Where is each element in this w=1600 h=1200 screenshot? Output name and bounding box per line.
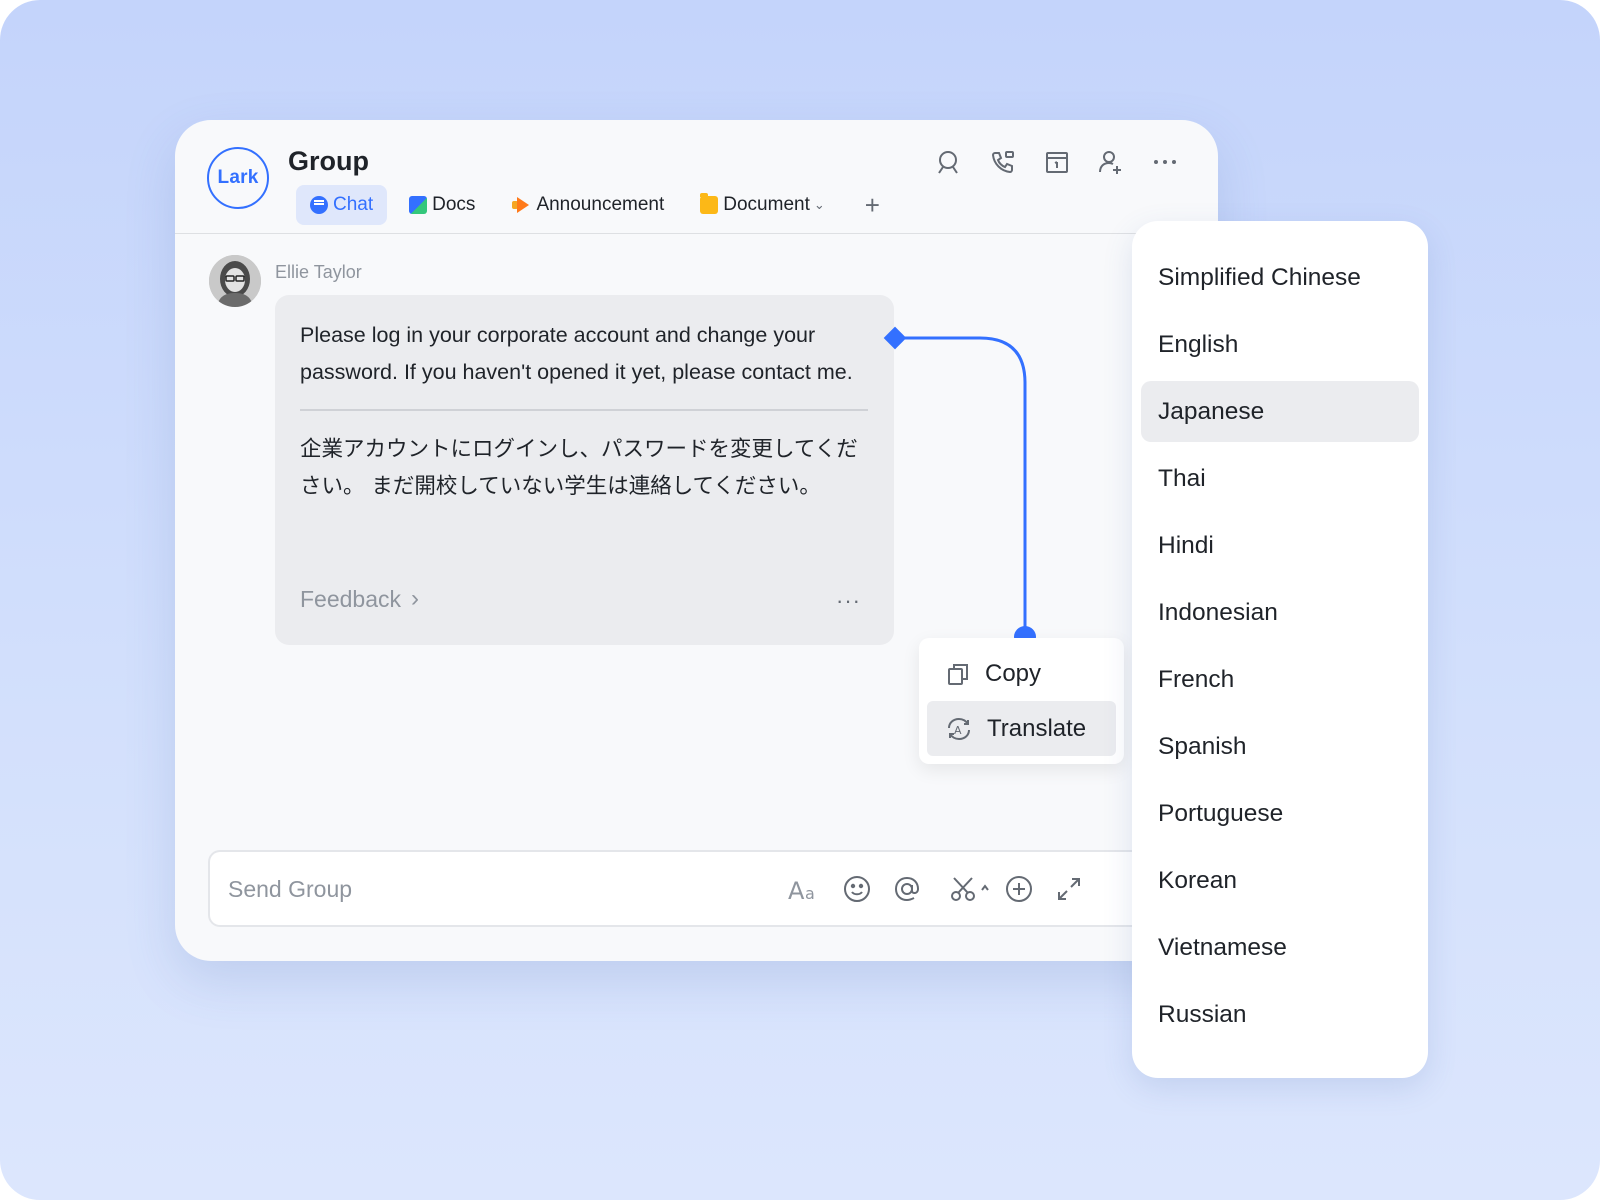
feedback-label: Feedback: [300, 585, 402, 612]
more-icon[interactable]: [1148, 145, 1182, 179]
copy-label: Copy: [985, 659, 1042, 687]
svg-text:a: a: [805, 884, 815, 903]
message-composer[interactable]: Send Group Aa: [208, 850, 1218, 927]
translate-menu-item[interactable]: A Translate: [927, 701, 1116, 756]
tab-chat[interactable]: Chat: [296, 185, 388, 225]
header-divider: [175, 233, 1218, 234]
chat-tabs: Chat Docs Announcement Document ⌄ +: [296, 185, 898, 225]
message-bubble[interactable]: Please log in your corporate account and…: [275, 295, 894, 645]
tab-document[interactable]: Document ⌄: [686, 185, 839, 225]
language-option[interactable]: English: [1141, 314, 1419, 375]
search-icon[interactable]: [932, 145, 966, 179]
language-option[interactable]: Indonesian: [1141, 582, 1419, 643]
language-option[interactable]: Vietnamese: [1141, 917, 1419, 978]
language-option[interactable]: Spanish: [1141, 716, 1419, 777]
avatar[interactable]: [209, 255, 261, 307]
message-more-button[interactable]: ···: [836, 588, 861, 614]
expand-icon[interactable]: [1052, 872, 1086, 906]
language-menu: Simplified Chinese English Japanese Thai…: [1132, 221, 1428, 1078]
language-option[interactable]: Russian: [1141, 984, 1419, 1045]
tab-docs[interactable]: Docs: [395, 185, 489, 225]
docs-icon: [409, 196, 428, 214]
copy-icon: [948, 663, 968, 685]
screenshot-icon[interactable]: [948, 872, 992, 906]
language-option[interactable]: Portuguese: [1141, 783, 1419, 844]
folder-icon: [700, 193, 719, 214]
tab-docs-label: Docs: [432, 194, 476, 215]
chevron-down-icon: ⌄: [813, 197, 825, 212]
svg-text:A: A: [788, 877, 805, 904]
language-option-selected[interactable]: Japanese: [1141, 381, 1419, 442]
chat-title: Group: [288, 146, 369, 176]
svg-text:A: A: [954, 724, 962, 737]
copy-menu-item[interactable]: Copy: [927, 646, 1116, 701]
lark-logo: Lark: [207, 147, 269, 209]
translation-divider: [300, 409, 868, 411]
add-tab-button[interactable]: +: [847, 190, 898, 221]
translate-icon: A: [948, 717, 970, 740]
announcement-icon: [511, 196, 531, 214]
language-option[interactable]: Hindi: [1141, 515, 1419, 576]
header-actions: [912, 145, 1182, 179]
message-context-menu: Copy A Translate: [919, 638, 1124, 764]
font-icon[interactable]: Aa: [788, 872, 822, 906]
tab-announcement[interactable]: Announcement: [497, 185, 678, 225]
language-option[interactable]: Simplified Chinese: [1141, 247, 1419, 308]
call-icon[interactable]: [986, 145, 1020, 179]
calendar-icon[interactable]: [1040, 145, 1074, 179]
language-option[interactable]: Thai: [1141, 448, 1419, 509]
language-option[interactable]: French: [1141, 649, 1419, 710]
tab-document-label: Document: [723, 194, 810, 215]
emoji-icon[interactable]: [840, 872, 874, 906]
mention-icon[interactable]: [890, 872, 924, 906]
language-option[interactable]: Korean: [1141, 850, 1419, 911]
chevron-right-icon: ›: [411, 585, 420, 612]
translate-label: Translate: [987, 714, 1087, 742]
add-icon[interactable]: [1002, 872, 1036, 906]
sender-name: Ellie Taylor: [275, 262, 362, 282]
tab-chat-label: Chat: [333, 194, 374, 215]
feedback-link[interactable]: Feedback ›: [300, 585, 419, 613]
tab-announcement-label: Announcement: [536, 194, 665, 215]
chat-window: Lark Group Chat Docs Announcement Docume…: [175, 120, 1218, 961]
chat-icon: [310, 196, 328, 214]
composer-placeholder: Send Group: [228, 876, 353, 902]
add-member-icon[interactable]: [1094, 145, 1128, 179]
translation-text: 企業アカウントにログインし、パスワードを変更してください。 まだ開校していない学…: [300, 437, 858, 499]
message-text: Please log in your corporate account and…: [300, 323, 853, 384]
